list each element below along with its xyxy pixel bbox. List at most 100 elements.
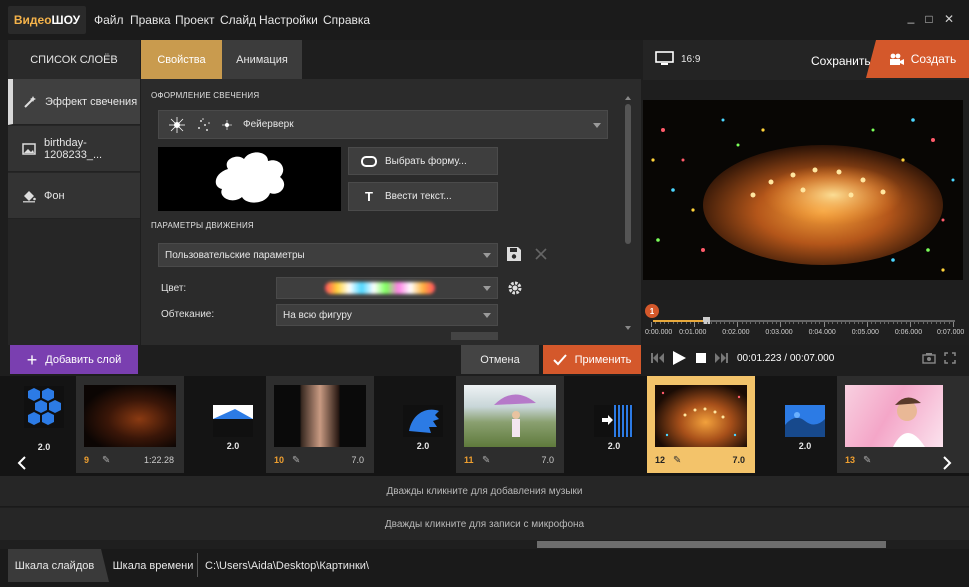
ruler-minor-tick [771,322,773,324]
slide-thumb [464,385,556,447]
pencil-icon[interactable]: ✎ [863,455,871,466]
slide-number: 10 [274,455,285,465]
slide-number: 12 [655,455,666,465]
tab-slide-scale[interactable]: Шкала слайдов [8,549,101,582]
ruler-minor-tick [754,322,756,324]
layer-item-glow[interactable]: Эффект свечения [8,79,140,125]
add-layer-button[interactable]: + Добавить слой [10,345,138,374]
maximize-button[interactable]: □ [922,12,936,26]
stop-icon[interactable] [696,353,706,363]
create-label: Создать [910,52,957,66]
ruler-minor-tick [827,322,829,324]
rewind-icon[interactable] [651,352,665,364]
properties-scrollbar[interactable] [625,96,631,336]
ruler-minor-tick [914,322,916,324]
play-icon[interactable] [671,350,687,366]
menu-edit[interactable]: Правка [130,13,171,27]
ruler-minor-tick [793,322,795,324]
transition-thumb [403,405,443,437]
delete-preset-icon[interactable] [534,247,548,261]
scroll-up-icon[interactable] [625,96,631,100]
menu-help[interactable]: Справка [323,13,370,27]
tab-timeline-scale[interactable]: Шкала времени [110,549,196,582]
close-button[interactable]: ✕ [942,12,956,26]
layer-label: Эффект свечения [45,95,138,108]
menu-project[interactable]: Проект [175,13,215,27]
aspect-ratio[interactable]: 16:9 [681,54,700,65]
ruler-minor-tick [879,322,881,324]
music-track[interactable]: Дважды кликните для добавления музыки [0,476,969,507]
layer-item-image[interactable]: birthday-1208233_... [8,126,140,172]
ruler-minor-tick [663,322,665,324]
scroll-thumb[interactable] [625,104,631,244]
pencil-icon[interactable]: ✎ [292,455,300,466]
pencil-icon[interactable]: ✎ [102,455,110,466]
color-settings-icon[interactable] [507,280,523,296]
scroll-left-icon[interactable] [16,456,28,470]
apply-button[interactable]: Применить [543,345,641,374]
ruler-tick-label: 0:03.000 [765,329,793,336]
ruler-minor-tick [931,322,933,324]
scroll-right-icon[interactable] [941,456,953,470]
glow-preset-dropdown[interactable]: Фейерверк [158,110,608,139]
ruler-minor-tick [802,322,803,324]
motion-preset-dropdown[interactable]: Пользовательские параметры [158,243,498,267]
ruler-minor-tick [940,322,942,324]
ruler-minor-tick [672,322,674,324]
color-dropdown[interactable] [276,277,498,299]
scroll-down-icon[interactable] [625,326,631,330]
clipped-dropdown[interactable] [451,332,498,340]
mic-track[interactable]: Дважды кликните для записи с микрофона [0,508,969,540]
slide-item[interactable]: 11 ✎ 7.0 [456,376,564,473]
menu-slide[interactable]: Слайд [220,13,256,27]
snapshot-icon[interactable] [922,352,936,364]
cancel-button[interactable]: Отмена [461,345,539,374]
slide-item-selected[interactable]: 12 ✎ 7.0 [647,376,755,473]
shape-icon [361,155,377,167]
enter-text-button[interactable]: T Ввести текст... [348,182,498,211]
transition-duration: 2.0 [607,441,621,451]
monitor-icon[interactable] [655,51,674,66]
tab-properties[interactable]: Свойства [141,40,222,85]
wrap-dropdown[interactable]: На всю фигуру [276,304,498,326]
menu-file[interactable]: Файл [94,13,124,27]
transition-item[interactable]: 2.0 [778,395,832,455]
minimize-button[interactable]: _ [904,10,918,24]
fullscreen-icon[interactable] [944,352,956,364]
color-swatch [325,282,435,294]
transition-item[interactable]: 2.0 [587,395,641,455]
fast-forward-icon[interactable] [714,352,728,364]
ruler-minor-tick [871,322,873,324]
transition-item[interactable]: 2.0 [206,395,260,455]
menu-settings[interactable]: Настройки [259,13,318,27]
ruler-minor-tick [836,322,838,324]
slide-item[interactable]: 10 ✎ 7.0 [266,376,374,473]
tab-animation[interactable]: Анимация [222,40,302,79]
transition-item[interactable]: 2.0 [396,395,450,455]
video-preview[interactable] [643,100,963,280]
layer-item-background[interactable]: Фон [8,173,140,219]
horizontal-scrollbar[interactable] [0,540,969,549]
glow-section-title: ОФОРМЛЕНИЕ СВЕЧЕНИЯ [151,91,260,100]
chevron-down-icon [593,122,601,128]
ruler-minor-tick [901,322,903,324]
slide-item[interactable]: 9 ✎ 1:22.28 [76,376,184,473]
save-button[interactable]: Сохранить [811,54,871,68]
pencil-icon[interactable]: ✎ [482,455,490,466]
ruler-tick-label: 0:05.000 [851,329,879,336]
create-button[interactable]: Создать [866,40,969,78]
ruler-tick-label: 0:06.000 [894,329,923,336]
slide-number: 11 [464,455,474,465]
scroll-thumb[interactable] [537,541,886,548]
slide-marker[interactable]: 1 [645,304,659,318]
ruler-minor-tick [659,322,661,324]
choose-shape-button[interactable]: Выбрать форму... [348,147,498,175]
ruler-minor-tick [784,322,786,324]
save-preset-icon[interactable] [506,246,522,262]
pencil-icon[interactable]: ✎ [673,455,681,466]
transition-item[interactable]: 2.0 [17,386,71,452]
enter-text-label: Ввести текст... [385,191,452,202]
slide-duration: 7.0 [732,455,745,465]
choose-shape-label: Выбрать форму... [385,155,467,167]
ruler-minor-tick [810,322,812,324]
